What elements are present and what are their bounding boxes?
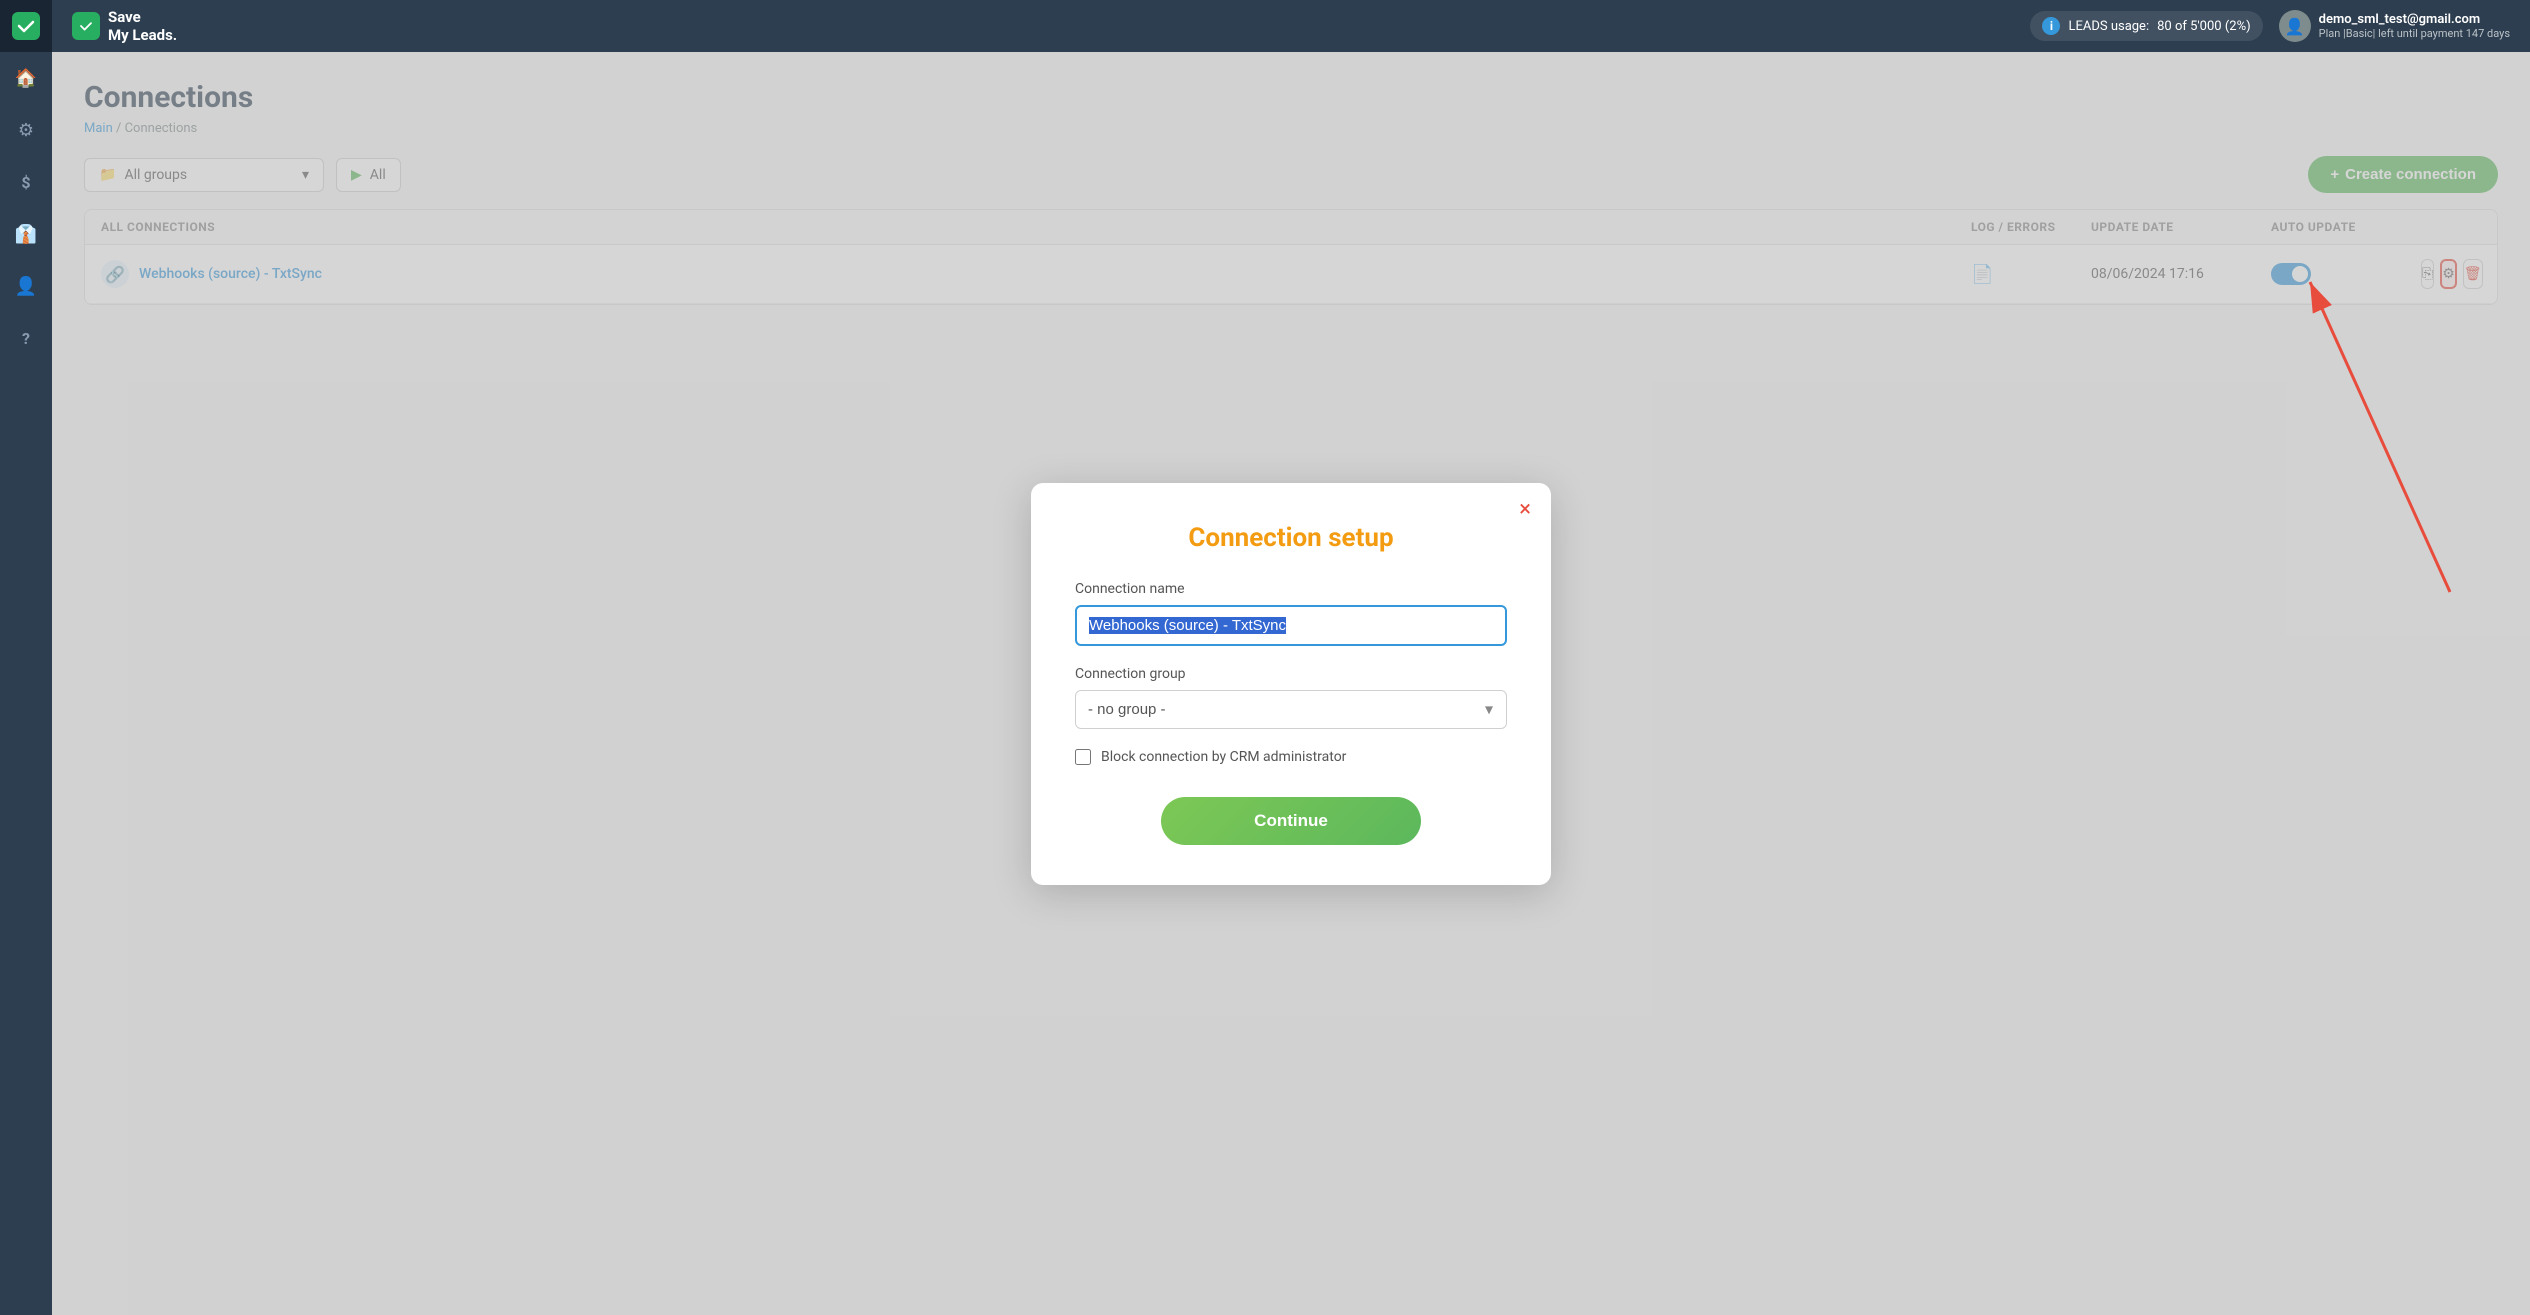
modal-close-button[interactable]: × (1519, 499, 1531, 521)
block-connection-label: Block connection by CRM administrator (1101, 749, 1346, 765)
sidebar-logo (0, 0, 52, 52)
sidebar-item-billing[interactable]: $ (0, 156, 52, 208)
leads-usage-label: LEADS usage: (2068, 19, 2149, 34)
topbar-user: 👤 demo_sml_test@gmail.com Plan |Basic| l… (2279, 10, 2510, 42)
leads-usage-value: 80 of 5'000 (2%) (2157, 19, 2251, 34)
connection-group-select-wrapper: - no group - (1075, 690, 1507, 729)
brand-name: Save My Leads. (108, 8, 177, 44)
continue-button[interactable]: Continue (1161, 797, 1420, 845)
sidebar-item-clients[interactable]: 👔 (0, 208, 52, 260)
connection-name-label: Connection name (1075, 581, 1507, 597)
user-info: demo_sml_test@gmail.com Plan |Basic| lef… (2319, 12, 2510, 40)
connection-group-select[interactable]: - no group - (1075, 690, 1507, 729)
topbar-brand: Save My Leads. (72, 8, 177, 44)
info-icon: i (2042, 17, 2060, 35)
user-avatar: 👤 (2279, 10, 2311, 42)
modal-title: Connection setup (1075, 523, 1507, 553)
sidebar: 🏠 ⚙ $ 👔 👤 ? (0, 0, 52, 1315)
block-connection-row: Block connection by CRM administrator (1075, 749, 1507, 765)
sidebar-item-profile[interactable]: 👤 (0, 260, 52, 312)
main-content: Save My Leads. i LEADS usage: 80 of 5'00… (52, 0, 2530, 1315)
brand-logo-icon (72, 12, 100, 40)
connection-name-input[interactable] (1075, 605, 1507, 646)
leads-usage-badge: i LEADS usage: 80 of 5'000 (2%) (2030, 11, 2262, 41)
block-connection-checkbox[interactable] (1075, 749, 1091, 765)
connection-name-group: Connection name (1075, 581, 1507, 646)
user-plan: Plan |Basic| left until payment 147 days (2319, 27, 2510, 40)
connection-group-label: Connection group (1075, 666, 1507, 682)
sidebar-item-home[interactable]: 🏠 (0, 52, 52, 104)
sidebar-item-integrations[interactable]: ⚙ (0, 104, 52, 156)
connection-setup-modal: × Connection setup Connection name Conne… (1031, 483, 1551, 885)
connection-group-group: Connection group - no group - (1075, 666, 1507, 729)
sidebar-item-help[interactable]: ? (0, 312, 52, 364)
page-content: Connections Main / Connections 📁 All gro… (52, 52, 2530, 1315)
topbar: Save My Leads. i LEADS usage: 80 of 5'00… (52, 0, 2530, 52)
user-email: demo_sml_test@gmail.com (2319, 12, 2510, 27)
